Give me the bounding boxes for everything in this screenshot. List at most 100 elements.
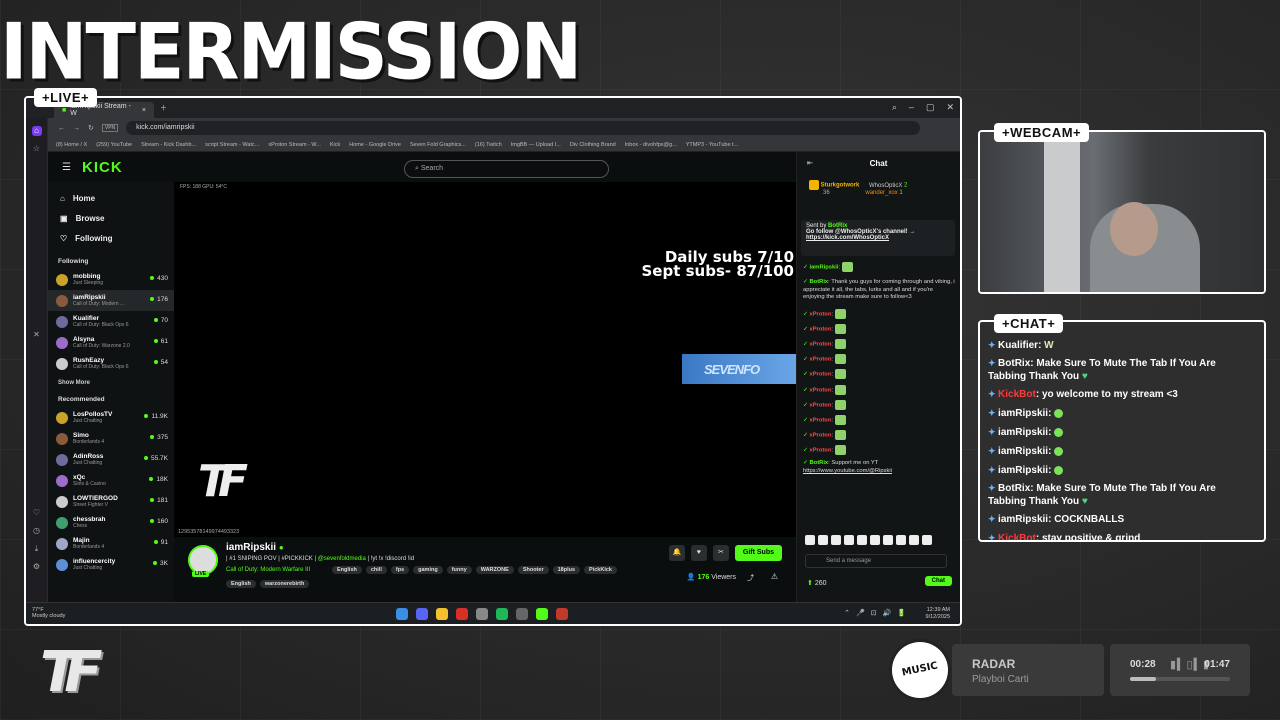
tag-pill[interactable]: English	[226, 580, 256, 588]
chat-username[interactable]: xProton	[809, 372, 831, 378]
bookmark-item[interactable]: Kick	[330, 142, 340, 148]
show-more-button[interactable]: Show More	[48, 374, 174, 392]
clip-icon[interactable]: ✂	[712, 545, 729, 561]
emote-icon[interactable]	[909, 535, 919, 545]
channel-points[interactable]: ⬆ 260	[807, 579, 827, 587]
start-icon[interactable]	[396, 608, 408, 620]
channel-item[interactable]: xQc Slots & Casino 18K	[48, 470, 174, 491]
channel-item[interactable]: Simo Borderlands 4 375	[48, 428, 174, 449]
search-icon[interactable]: ⌕	[892, 102, 897, 113]
chat-username[interactable]: BotRix	[809, 279, 828, 285]
settings-icon[interactable]	[476, 608, 488, 620]
channel-item[interactable]: chessbrah Chess 160	[48, 512, 174, 533]
emote-icon[interactable]	[831, 535, 841, 545]
kick-logo[interactable]: KICK	[82, 159, 123, 176]
chat-input[interactable]: Send a message	[805, 554, 947, 568]
bookmark-item[interactable]: YTMP3 - YouTube t...	[686, 142, 738, 148]
bookmark-item[interactable]: Inbox - divohfps@g...	[625, 142, 677, 148]
pinned-link[interactable]: https://kick.com/WhosOpticX	[806, 235, 950, 241]
bookmark-item[interactable]: Seven Fold Graphics...	[410, 142, 466, 148]
system-tray[interactable]: ⌃🎤⊡🔊🔋	[844, 609, 912, 617]
bookmark-item[interactable]: Home - Google Drive	[349, 142, 401, 148]
chat-send-button[interactable]: Chat	[924, 576, 952, 586]
channel-item[interactable]: LosPollosTV Just Chatting 11.9K	[48, 407, 174, 428]
app-icon[interactable]	[516, 608, 528, 620]
heart-icon[interactable]: ♥	[690, 545, 707, 561]
channel-item[interactable]: Alsyna Call of Duty: Warzone 2.0 61	[48, 332, 174, 353]
weather-widget[interactable]: 77°F Mostly cloudy	[32, 607, 65, 619]
channel-item[interactable]: iamRipskii Call of Duty: Modern ... 176	[48, 290, 174, 311]
new-tab-icon[interactable]: ＋	[160, 103, 167, 113]
emote-icon[interactable]	[844, 535, 854, 545]
stream-category[interactable]: Call of Duty: Modern Warfare III	[226, 567, 310, 573]
url-field[interactable]: kick.com/iamripskii	[126, 121, 920, 135]
chat-username[interactable]: xProton	[809, 311, 831, 317]
chat-username[interactable]: xProton	[809, 417, 831, 423]
chat-username[interactable]: xProton	[809, 448, 831, 454]
channel-item[interactable]: mobbing Just Sleeping 430	[48, 269, 174, 290]
tag-pill[interactable]: warzonerebirth	[259, 580, 310, 588]
collapse-icon[interactable]: ⇤	[807, 152, 813, 176]
back-icon[interactable]: ←	[58, 125, 65, 132]
folder-icon[interactable]	[436, 608, 448, 620]
channel-item[interactable]: LOWTIERGOD Street Fighter V 181	[48, 491, 174, 512]
chat-username[interactable]: xProton	[809, 402, 831, 408]
chat-username[interactable]: xProton	[809, 387, 831, 393]
tag-pill[interactable]: English	[332, 566, 362, 574]
tag-pill[interactable]: gaming	[413, 566, 443, 574]
tag-pill[interactable]: WARZONE	[475, 566, 514, 574]
spotify-icon[interactable]	[496, 608, 508, 620]
tag-pill[interactable]: Shooter	[517, 566, 549, 574]
streamer-name[interactable]: iamRipskii ●	[226, 542, 284, 553]
clock-icon[interactable]: ◷	[32, 526, 42, 536]
title-handle[interactable]: @sevenfoldmedia	[318, 556, 366, 562]
chat-username[interactable]: xProton	[809, 327, 831, 333]
tag-pill[interactable]: 18plus	[552, 566, 581, 574]
chat-username[interactable]: xProton	[809, 342, 831, 348]
channel-item[interactable]: RushEazy Call of Duty: Black Ops 6 54	[48, 353, 174, 374]
search-input[interactable]: ⌕ Search	[404, 160, 609, 178]
gear-icon[interactable]: ⚙	[32, 562, 42, 572]
star-icon[interactable]: ☆	[32, 144, 42, 154]
channel-item[interactable]: AdinRoss Just Chatting 55.7K	[48, 449, 174, 470]
home-icon[interactable]: ⌂	[31, 126, 42, 136]
gift-subs-button[interactable]: Gift Subs	[734, 545, 782, 561]
heart-icon[interactable]: ♡	[32, 508, 42, 518]
minimize-icon[interactable]: –	[909, 102, 914, 113]
kick-app-icon[interactable]	[536, 608, 548, 620]
emote-icon[interactable]	[896, 535, 906, 545]
chat-username[interactable]: iamRipskii	[809, 265, 838, 271]
forward-icon[interactable]: →	[73, 125, 80, 132]
video-player[interactable]: FPS: 188 GPU: 54°C Daily subs 7/10 Sept s…	[174, 182, 796, 537]
bookmark-item[interactable]: xProton Stream - W...	[268, 142, 321, 148]
channel-item[interactable]: influencercity Just Chatting 3K	[48, 554, 174, 575]
chat-username[interactable]: xProton	[809, 357, 831, 363]
close-icon[interactable]: ×	[142, 107, 146, 114]
menu-icon[interactable]: ☰	[62, 162, 71, 173]
vpn-icon[interactable]: VPN	[101, 124, 119, 132]
tag-pill[interactable]: fps	[390, 566, 410, 574]
emote-icon[interactable]	[922, 535, 932, 545]
bookmark-item[interactable]: Div Clothing Brand	[570, 142, 616, 148]
close-window-icon[interactable]: ✕	[946, 102, 954, 113]
browser-app-icon[interactable]	[556, 608, 568, 620]
x-icon[interactable]: ✕	[32, 330, 42, 340]
reload-icon[interactable]: ↻	[88, 124, 94, 132]
bookmark-item[interactable]: ImgBB — Upload I...	[511, 142, 561, 148]
chat-username[interactable]: BotRix	[809, 460, 828, 466]
nav-item-home[interactable]: ⌂ Home	[48, 188, 174, 208]
obs-icon[interactable]	[456, 608, 468, 620]
tag-pill[interactable]: PickKick	[584, 566, 617, 574]
chat-link[interactable]: https://www.youtube.com/@Ripskii	[803, 468, 892, 474]
nav-item-browse[interactable]: ▣ Browse	[48, 208, 174, 228]
chat-username[interactable]: xProton	[809, 432, 831, 438]
taskbar-clock[interactable]: 12:39 AM 9/12/2025	[926, 607, 950, 621]
emote-icon[interactable]	[857, 535, 867, 545]
emote-icon[interactable]	[805, 535, 815, 545]
emote-icon[interactable]	[883, 535, 893, 545]
report-icon[interactable]: ⚠	[771, 572, 778, 581]
bookmark-item[interactable]: (259) YouTube	[96, 142, 132, 148]
download-icon[interactable]: ⤓	[32, 544, 42, 554]
tag-pill[interactable]: chill	[365, 566, 387, 574]
emote-icon[interactable]	[818, 535, 828, 545]
